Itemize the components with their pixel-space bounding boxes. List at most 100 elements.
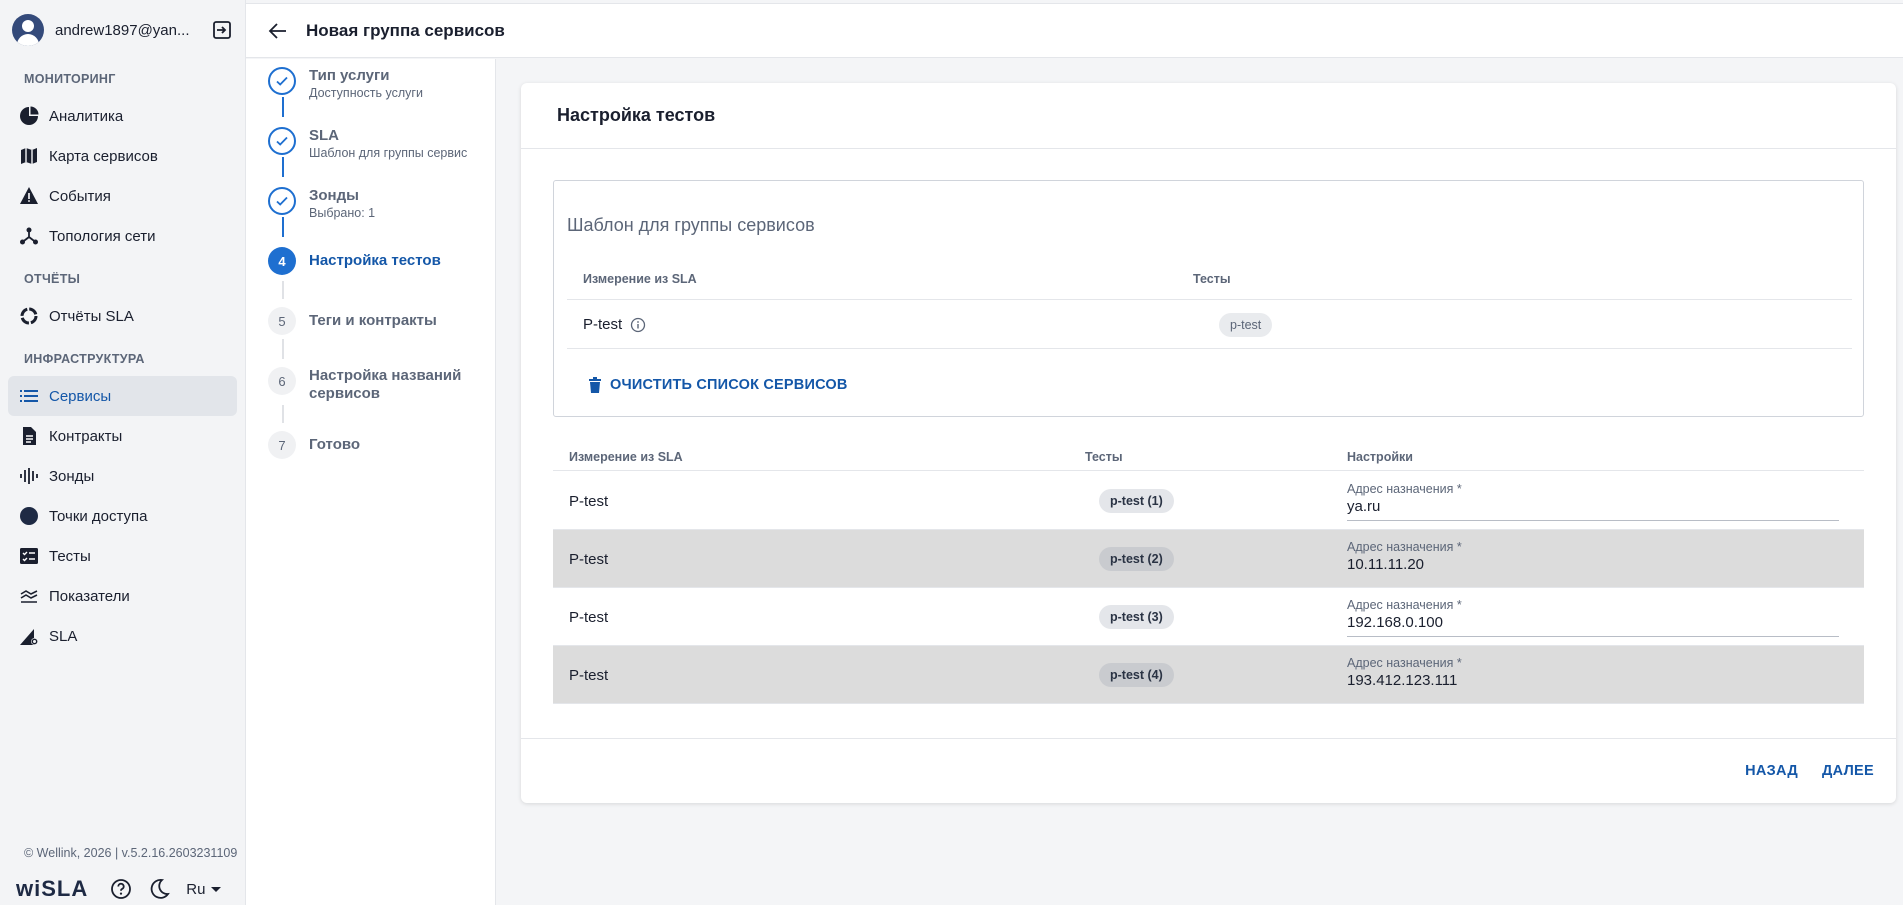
step-test-settings[interactable]: 4 Настройка тестов: [268, 247, 441, 275]
page-title: Новая группа сервисов: [306, 20, 505, 40]
step-number: 5: [268, 307, 296, 335]
warning-icon: [18, 185, 40, 207]
wizard-stepper: Тип услуги Доступность услуги SLA Шаблон д…: [246, 59, 496, 905]
column-header-tests: Тесты: [1085, 450, 1123, 464]
user-row: andrew1897@yan...: [0, 0, 245, 60]
brand-logo: wiSLA: [16, 876, 89, 901]
field-label: Адрес назначения *: [1347, 656, 1462, 670]
field-value[interactable]: 192.168.0.100: [1347, 612, 1839, 637]
trash-icon: [588, 377, 602, 393]
step-title: Настройка тестов: [309, 252, 441, 269]
clear-services-label: ОЧИСТИТЬ СПИСОК СЕРВИСОВ: [610, 377, 848, 393]
list-icon: [18, 385, 40, 407]
logout-icon[interactable]: [211, 19, 233, 41]
template-table-header: Измерение из SLA Тесты: [567, 260, 1852, 300]
sidebar-item-analytics[interactable]: Аналитика: [8, 96, 237, 136]
section-title-monitoring: МОНИТОРИНГ: [24, 72, 116, 86]
step-service-names[interactable]: 6 Настройка названий сервисов: [268, 367, 469, 403]
divider: [521, 738, 1896, 739]
sidebar-item-events[interactable]: События: [8, 176, 237, 216]
sidebar-item-sla[interactable]: SLA: [8, 616, 237, 656]
step-probes[interactable]: Зонды Выбрано: 1: [268, 187, 375, 221]
test-chip[interactable]: p-test: [1219, 313, 1273, 337]
sidebar-item-contracts[interactable]: Контракты: [8, 416, 237, 456]
column-header-settings: Настройки: [1347, 450, 1413, 464]
test-chip[interactable]: p-test (2): [1099, 547, 1174, 571]
template-title: Шаблон для группы сервисов: [567, 215, 815, 235]
page-header: Новая группа сервисов: [246, 3, 1903, 58]
step-sla[interactable]: SLA Шаблон для группы сервис: [268, 127, 467, 161]
info-icon[interactable]: [630, 317, 646, 333]
services-table-header: Измерение из SLA Тесты Настройки: [553, 431, 1864, 471]
clear-services-button[interactable]: ОЧИСТИТЬ СПИСОК СЕРВИСОВ: [588, 377, 848, 393]
test-chip[interactable]: p-test (1): [1099, 489, 1174, 513]
sidebar-item-label: Отчёты SLA: [49, 307, 134, 325]
sidebar-item-label: События: [49, 187, 111, 205]
sidebar-item-topology[interactable]: Топология сети: [8, 216, 237, 256]
document-icon: [18, 425, 40, 447]
check-icon: [268, 187, 296, 215]
sidebar-item-label: Аналитика: [49, 107, 124, 125]
footer-actions: НАЗАД ДАЛЕЕ: [1721, 763, 1874, 779]
sidebar-item-label: SLA: [49, 627, 78, 645]
step-title: Теги и контракты: [309, 312, 437, 329]
sidebar-item-label: Зонды: [49, 467, 95, 485]
template-box: Шаблон для группы сервисов Измерение из …: [553, 180, 1864, 417]
sidebar-item-sla-reports[interactable]: Отчёты SLA: [8, 296, 237, 336]
card-title: Настройка тестов: [557, 105, 716, 125]
measure-name: P-test: [569, 667, 609, 684]
donut-icon: [18, 305, 40, 327]
step-done[interactable]: 7 Готово: [268, 431, 360, 459]
field-value[interactable]: 10.11.11.20: [1347, 554, 1839, 579]
field-label: Адрес назначения *: [1347, 598, 1462, 612]
topology-icon: [18, 225, 40, 247]
step-connector: [282, 405, 284, 423]
sla-icon: [18, 625, 40, 647]
language-select[interactable]: Ru: [186, 880, 222, 898]
measure-name: P-test: [569, 493, 609, 510]
destination-address-field[interactable]: Адрес назначения * 193.412.123.111: [1347, 656, 1839, 695]
avatar[interactable]: [12, 14, 44, 46]
step-service-type[interactable]: Тип услуги Доступность услуги: [268, 67, 423, 101]
sidebar-item-service-map[interactable]: Карта сервисов: [8, 136, 237, 176]
back-button[interactable]: НАЗАД: [1745, 763, 1798, 779]
measure-name: P-test: [569, 609, 609, 626]
destination-address-field[interactable]: Адрес назначения * 192.168.0.100: [1347, 598, 1839, 637]
destination-address-field[interactable]: Адрес назначения * 10.11.11.20: [1347, 540, 1839, 579]
sidebar-item-tests[interactable]: Тесты: [8, 536, 237, 576]
test-chip[interactable]: p-test (3): [1099, 605, 1174, 629]
measure-name: P-test: [569, 551, 609, 568]
sidebar-item-services[interactable]: Сервисы: [8, 376, 237, 416]
chevron-down-icon: [211, 886, 222, 892]
step-title: Готово: [309, 436, 361, 453]
language-value: Ru: [186, 880, 206, 898]
template-row: P-test p-test: [567, 301, 1852, 349]
step-subtitle: Шаблон для группы сервис: [309, 146, 468, 160]
circle-icon: [18, 505, 40, 527]
pie-chart-icon: [18, 105, 40, 127]
field-label: Адрес назначения *: [1347, 540, 1462, 554]
step-tags-contracts[interactable]: 5 Теги и контракты: [268, 307, 437, 335]
sidebar-item-label: Тесты: [49, 547, 91, 565]
sidebar-item-probes[interactable]: Зонды: [8, 456, 237, 496]
field-value[interactable]: 193.412.123.111: [1347, 670, 1839, 695]
column-header-measure: Измерение из SLA: [583, 272, 697, 286]
step-title: SLA: [309, 127, 339, 144]
map-icon: [18, 145, 40, 167]
dark-mode-icon[interactable]: [148, 878, 171, 900]
measure-name: P-test: [583, 316, 623, 333]
step-connector: [282, 281, 284, 299]
help-icon[interactable]: [110, 878, 132, 900]
sidebar-item-label: Топология сети: [49, 227, 156, 245]
probe-icon: [18, 465, 40, 487]
field-value[interactable]: ya.ru: [1347, 496, 1839, 521]
next-button[interactable]: ДАЛЕЕ: [1822, 763, 1874, 779]
metrics-icon: [18, 585, 40, 607]
test-chip[interactable]: p-test (4): [1099, 663, 1174, 687]
back-arrow-icon[interactable]: [266, 19, 290, 43]
step-number: 4: [268, 247, 296, 275]
section-title-infrastructure: ИНФРАСТРУКТУРА: [24, 352, 145, 366]
sidebar-item-access-points[interactable]: Точки доступа: [8, 496, 237, 536]
destination-address-field[interactable]: Адрес назначения * ya.ru: [1347, 482, 1839, 521]
sidebar-item-metrics[interactable]: Показатели: [8, 576, 237, 616]
